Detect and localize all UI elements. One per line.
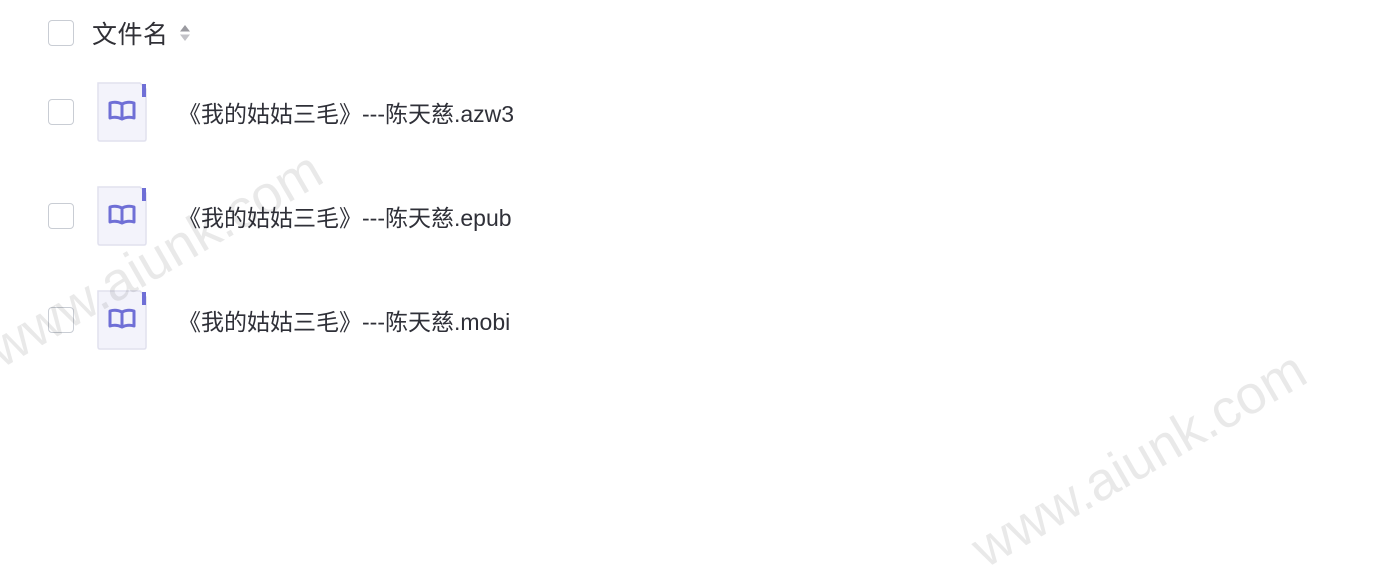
select-all-checkbox[interactable] [48, 20, 74, 46]
file-row-checkbox[interactable] [48, 99, 74, 125]
file-name[interactable]: 《我的姑姑三毛》---陈天慈.mobi [178, 303, 510, 337]
filename-column-header[interactable]: 文件名 [92, 15, 169, 51]
file-row[interactable]: 《我的姑姑三毛》---陈天慈.azw3 [48, 80, 514, 144]
ebook-file-icon [97, 290, 147, 350]
file-name[interactable]: 《我的姑姑三毛》---陈天慈.epub [178, 199, 512, 233]
ebook-file-icon [97, 82, 147, 142]
ebook-file-icon [97, 186, 147, 246]
watermark: www.aiunk.com [961, 339, 1317, 580]
file-name[interactable]: 《我的姑姑三毛》---陈天慈.azw3 [178, 95, 514, 129]
file-row-checkbox[interactable] [48, 203, 74, 229]
file-row[interactable]: 《我的姑姑三毛》---陈天慈.epub [48, 184, 512, 248]
file-row-checkbox[interactable] [48, 307, 74, 333]
file-row[interactable]: 《我的姑姑三毛》---陈天慈.mobi [48, 288, 510, 352]
file-list-header: 文件名 [48, 17, 192, 49]
sort-updown-icon[interactable] [178, 21, 192, 45]
